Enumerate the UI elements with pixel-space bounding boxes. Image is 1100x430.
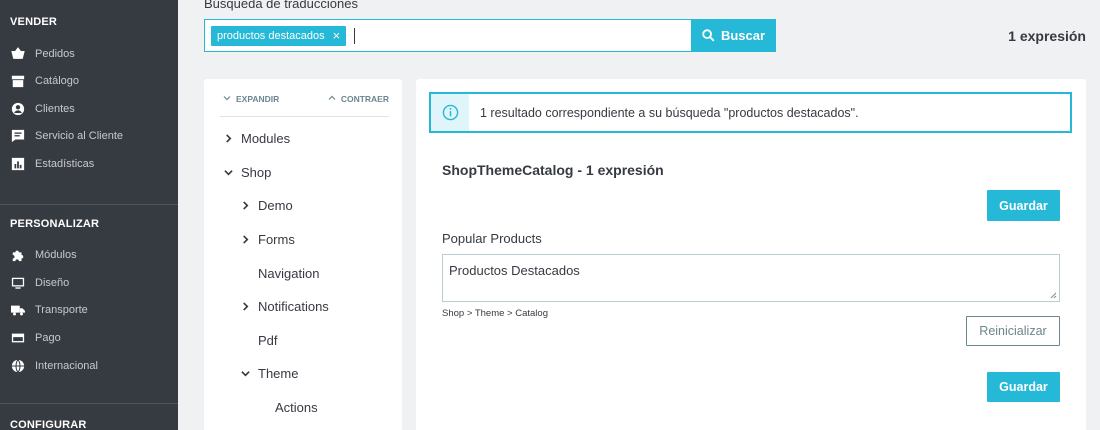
tree-panel: EXPANDIR CONTRAER Modules Shop Demo Form… bbox=[204, 79, 402, 430]
tree-node-label: Forms bbox=[258, 231, 295, 247]
sidebar-item-label: Transporte bbox=[35, 304, 88, 316]
search-input[interactable]: productos destacados × bbox=[204, 19, 692, 52]
save-button-top[interactable]: Guardar bbox=[987, 190, 1060, 221]
tree-node-demo[interactable]: Demo bbox=[240, 195, 293, 215]
chevron-right-icon bbox=[240, 301, 250, 311]
puzzle-icon bbox=[10, 247, 26, 263]
save-button-bottom[interactable]: Guardar bbox=[987, 372, 1060, 402]
sidebar-divider bbox=[0, 403, 178, 404]
sidebar: VENDER Pedidos Catálogo Clientes Servici… bbox=[0, 0, 178, 430]
sidebar-item-estadisticas[interactable]: Estadísticas bbox=[0, 151, 178, 177]
tree-node-navigation[interactable]: Navigation bbox=[258, 263, 319, 283]
search-tag: productos destacados × bbox=[211, 25, 347, 46]
collapse-button[interactable]: CONTRAER bbox=[328, 94, 389, 116]
sidebar-item-catalogo[interactable]: Catálogo bbox=[0, 68, 178, 94]
search-icon bbox=[702, 29, 715, 42]
store-icon bbox=[10, 73, 26, 89]
sidebar-item-transporte[interactable]: Transporte bbox=[0, 297, 178, 323]
tree-node-pdf[interactable]: Pdf bbox=[258, 330, 278, 350]
tree-node-theme[interactable]: Theme bbox=[240, 363, 298, 383]
sidebar-item-clientes[interactable]: Clientes bbox=[0, 96, 178, 122]
sidebar-item-diseno[interactable]: Diseño bbox=[0, 270, 178, 296]
tree-node-label: Actions bbox=[275, 399, 318, 415]
sidebar-item-modulos[interactable]: Módulos bbox=[0, 242, 178, 268]
chevron-right-icon bbox=[240, 200, 250, 210]
sidebar-item-label: Estadísticas bbox=[35, 158, 95, 170]
cart-icon bbox=[10, 46, 26, 62]
translation-textarea[interactable]: Productos Destacados bbox=[442, 254, 1060, 302]
tree-node-actions[interactable]: Actions bbox=[275, 397, 318, 417]
sidebar-item-pago[interactable]: Pago bbox=[0, 325, 178, 351]
tree-actions: EXPANDIR CONTRAER bbox=[220, 94, 389, 117]
chevron-down-icon bbox=[223, 96, 231, 101]
sidebar-item-label: Clientes bbox=[35, 103, 75, 115]
sidebar-item-pedidos[interactable]: Pedidos bbox=[0, 41, 178, 67]
sidebar-item-servicio[interactable]: Servicio al Cliente bbox=[0, 123, 178, 149]
globe-icon bbox=[10, 358, 26, 374]
search-label: Búsqueda de traducciones bbox=[204, 0, 358, 11]
translation-field-label: Popular Products bbox=[442, 231, 542, 246]
domain-title: ShopThemeCatalog - 1 expresión bbox=[442, 162, 664, 178]
tree-node-shop[interactable]: Shop bbox=[223, 162, 271, 182]
tree-node-label: Demo bbox=[258, 197, 293, 213]
search-button-label: Buscar bbox=[720, 28, 766, 43]
alert-message: 1 resultado correspondiente a su búsqued… bbox=[480, 105, 859, 120]
tree-node-label: Theme bbox=[258, 365, 299, 381]
tree-node-forms[interactable]: Forms bbox=[240, 229, 295, 249]
tree-node-label: Pdf bbox=[258, 332, 278, 348]
tree-node-label: Shop bbox=[241, 164, 272, 180]
info-icon-zone bbox=[431, 94, 469, 131]
sidebar-item-label: Pago bbox=[35, 332, 61, 344]
sidebar-item-label: Módulos bbox=[35, 249, 77, 261]
tree-node-label: Navigation bbox=[258, 265, 320, 281]
expand-label: EXPANDIR bbox=[236, 94, 280, 104]
section-title-vender: VENDER bbox=[10, 16, 58, 28]
tree-node-modules[interactable]: Modules bbox=[223, 128, 290, 148]
resize-handle-icon[interactable] bbox=[1050, 292, 1057, 299]
chevron-right-icon bbox=[240, 234, 250, 244]
collapse-label: CONTRAER bbox=[340, 94, 389, 104]
card-icon bbox=[10, 330, 26, 346]
translations-card: 1 resultado correspondiente a su búsqued… bbox=[416, 79, 1086, 430]
search-button[interactable]: Buscar bbox=[691, 19, 776, 52]
text-caret bbox=[354, 27, 356, 44]
chevron-down-icon bbox=[223, 167, 233, 177]
sidebar-divider bbox=[0, 204, 178, 205]
chevron-right-icon bbox=[223, 133, 233, 143]
sidebar-item-label: Pedidos bbox=[35, 48, 75, 60]
result-count: 1 expresión bbox=[1008, 28, 1086, 44]
translation-value: Productos Destacados bbox=[449, 263, 580, 278]
monitor-icon bbox=[10, 275, 26, 291]
reset-button[interactable]: Reinicializar bbox=[966, 316, 1060, 346]
section-title-personalizar: PERSONALIZAR bbox=[10, 218, 100, 230]
chart-icon bbox=[10, 156, 26, 172]
sidebar-item-internacional[interactable]: Internacional bbox=[0, 353, 178, 379]
sidebar-item-label: Catálogo bbox=[35, 75, 80, 87]
close-icon[interactable]: × bbox=[333, 29, 341, 42]
sidebar-item-label: Servicio al Cliente bbox=[35, 130, 124, 142]
chat-icon bbox=[10, 128, 26, 144]
search-tag-label: productos destacados bbox=[217, 29, 325, 42]
sidebar-item-label: Internacional bbox=[35, 360, 98, 372]
translation-path: Shop > Theme > Catalog bbox=[442, 308, 548, 319]
info-icon bbox=[442, 104, 458, 121]
truck-icon bbox=[10, 302, 26, 318]
sidebar-item-label: Diseño bbox=[35, 277, 70, 289]
tree-node-label: Notifications bbox=[258, 298, 329, 314]
section-title-configurar: CONFIGURAR bbox=[10, 419, 87, 430]
tree-node-notifications[interactable]: Notifications bbox=[240, 296, 329, 316]
tree-node-label: Modules bbox=[241, 130, 291, 146]
chevron-down-icon bbox=[240, 368, 250, 378]
info-alert: 1 resultado correspondiente a su búsqued… bbox=[429, 92, 1072, 133]
expand-button[interactable]: EXPANDIR bbox=[220, 94, 279, 116]
chevron-up-icon bbox=[328, 95, 336, 100]
user-icon bbox=[10, 101, 26, 117]
